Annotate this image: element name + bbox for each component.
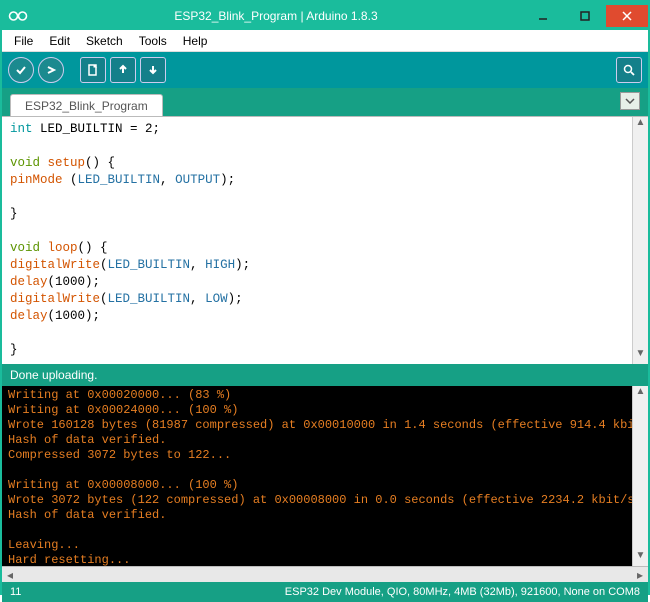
- window-title: ESP32_Blink_Program | Arduino 1.8.3: [30, 9, 522, 23]
- arduino-logo-icon: [6, 5, 30, 27]
- editor-pane: int LED_BUILTIN = 2; void setup() { pinM…: [2, 116, 648, 364]
- open-button[interactable]: [110, 57, 136, 83]
- tab-menu-button[interactable]: [620, 92, 640, 110]
- console-pane: Writing at 0x00020000... (83 %) Writing …: [2, 386, 648, 566]
- maximize-button[interactable]: [564, 5, 606, 27]
- serial-monitor-button[interactable]: [616, 57, 642, 83]
- tab-active[interactable]: ESP32_Blink_Program: [10, 94, 163, 117]
- footer-bar: 11 ESP32 Dev Module, QIO, 80MHz, 4MB (32…: [2, 582, 648, 602]
- window-titlebar: ESP32_Blink_Program | Arduino 1.8.3: [2, 2, 648, 30]
- code-editor[interactable]: int LED_BUILTIN = 2; void setup() { pinM…: [2, 117, 648, 364]
- console-vertical-scrollbar[interactable]: ▲ ▼: [632, 386, 648, 566]
- status-message: Done uploading.: [10, 368, 97, 382]
- menubar: File Edit Sketch Tools Help: [2, 30, 648, 52]
- horizontal-scrollbar[interactable]: ◂ ▸: [2, 566, 648, 582]
- close-button[interactable]: [606, 5, 648, 27]
- editor-vertical-scrollbar[interactable]: ▲ ▼: [632, 117, 648, 364]
- new-button[interactable]: [80, 57, 106, 83]
- verify-button[interactable]: [8, 57, 34, 83]
- line-number: 11: [10, 586, 70, 598]
- save-button[interactable]: [140, 57, 166, 83]
- console-output[interactable]: Writing at 0x00020000... (83 %) Writing …: [2, 386, 648, 566]
- menu-tools[interactable]: Tools: [133, 32, 173, 50]
- menu-file[interactable]: File: [8, 32, 39, 50]
- upload-button[interactable]: [38, 57, 64, 83]
- menu-sketch[interactable]: Sketch: [80, 32, 129, 50]
- toolbar: [2, 52, 648, 88]
- menu-edit[interactable]: Edit: [43, 32, 76, 50]
- minimize-button[interactable]: [522, 5, 564, 27]
- status-bar: Done uploading.: [2, 364, 648, 386]
- menu-help[interactable]: Help: [177, 32, 214, 50]
- tabbar: ESP32_Blink_Program: [2, 88, 648, 116]
- board-info: ESP32 Dev Module, QIO, 80MHz, 4MB (32Mb)…: [70, 586, 640, 598]
